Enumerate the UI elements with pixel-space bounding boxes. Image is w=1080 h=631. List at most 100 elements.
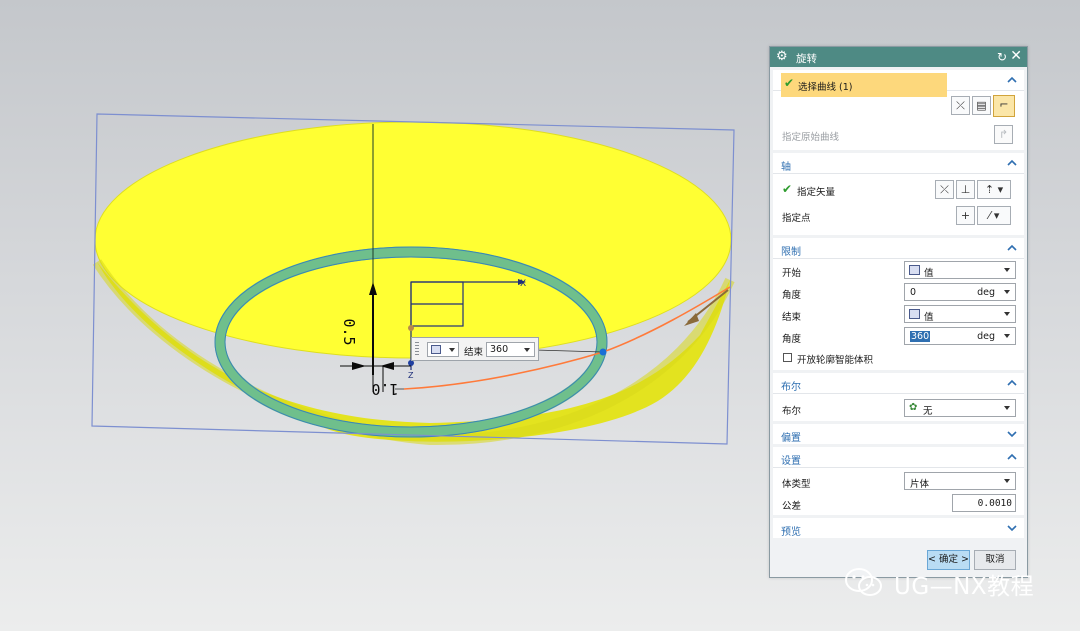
axis-header[interactable]: 轴 bbox=[773, 153, 1024, 174]
chevron-up-icon bbox=[1007, 76, 1017, 83]
end-angle-input[interactable]: 360 deg bbox=[904, 327, 1016, 345]
point-dialog-button[interactable]: + bbox=[956, 206, 975, 225]
start-label: 开始 bbox=[782, 268, 802, 279]
boolean-title: 布尔 bbox=[781, 382, 801, 393]
limits-title: 限制 bbox=[781, 247, 801, 258]
body-type-dropdown[interactable]: 片体 bbox=[904, 472, 1016, 490]
limits-section: 限制 开始 值 角度 0 deg 结束 值 角度 360 deg 开放轮廓智能体… bbox=[773, 238, 1024, 370]
chevron-down-icon bbox=[1004, 312, 1010, 316]
start-angle-row: 角度 0 deg bbox=[773, 281, 1024, 303]
open-profile-checkbox[interactable] bbox=[783, 353, 792, 362]
end-angle-mini-toolbar: 结束 360 bbox=[411, 337, 539, 361]
specify-point-row: 指定点 + ⁄ ▾ bbox=[773, 204, 1024, 226]
value-icon bbox=[431, 345, 441, 354]
vector-dialog-button[interactable]: ⊥ bbox=[956, 180, 975, 199]
open-profile-row: 开放轮廓智能体积 bbox=[773, 347, 1024, 369]
point-type-dropdown[interactable]: ⁄ ▾ bbox=[977, 206, 1011, 225]
end-label: 结束 bbox=[464, 347, 484, 358]
settings-header[interactable]: 设置 bbox=[773, 447, 1024, 468]
axis-z-label: Z bbox=[408, 371, 414, 380]
end-angle-value: 360 bbox=[910, 331, 931, 342]
end-type-dropdown[interactable] bbox=[427, 342, 459, 357]
end-mode-dropdown[interactable]: 值 bbox=[904, 305, 1016, 323]
chevron-down-icon bbox=[1004, 334, 1010, 338]
open-profile-label: 开放轮廓智能体积 bbox=[797, 355, 874, 366]
offset-title: 偏置 bbox=[781, 433, 801, 444]
start-angle-value: 0 bbox=[910, 287, 917, 298]
end-handle[interactable] bbox=[599, 348, 607, 356]
watermark: UG—NX教程 bbox=[842, 565, 1052, 600]
select-curve-row[interactable]: ✔ 选择曲线 (1) bbox=[781, 73, 947, 97]
end-value-text: 360 bbox=[490, 344, 509, 355]
settings-section: 设置 体类型 片体 公差 0.0010 bbox=[773, 447, 1024, 515]
boolean-dropdown[interactable]: ✿ 无 bbox=[904, 399, 1016, 417]
start-angle-label: 角度 bbox=[782, 290, 802, 301]
settings-title: 设置 bbox=[781, 456, 801, 467]
chevron-down-icon bbox=[1004, 479, 1010, 483]
boolean-section: 布尔 布尔 ✿ 无 bbox=[773, 373, 1024, 421]
reset-icon[interactable]: ↻ bbox=[997, 49, 1007, 65]
end-angle-label: 角度 bbox=[782, 334, 802, 345]
end-value-input[interactable]: 360 bbox=[486, 342, 535, 357]
axis-x-label: X bbox=[520, 279, 526, 289]
offset-section: 偏置 bbox=[773, 424, 1024, 444]
start-mode-dropdown[interactable]: 值 bbox=[904, 261, 1016, 279]
value-icon bbox=[909, 309, 920, 319]
vector-type-dropdown[interactable]: ⇡ ▾ bbox=[977, 180, 1011, 199]
select-curve-label: 选择曲线 (1) bbox=[798, 82, 853, 93]
reverse-direction-button[interactable]: ⤫ bbox=[935, 180, 954, 199]
chevron-down-icon bbox=[449, 348, 455, 352]
close-icon[interactable]: ✕ bbox=[1010, 48, 1022, 65]
specify-vector-label: 指定矢量 bbox=[797, 187, 836, 198]
chevron-down-icon bbox=[1007, 431, 1017, 438]
preview-section: 预览 bbox=[773, 518, 1024, 538]
gear-icon: ⚙ bbox=[776, 49, 788, 64]
wechat-icon bbox=[845, 568, 882, 596]
dialog-title: 旋转 bbox=[796, 53, 817, 65]
start-row: 开始 值 bbox=[773, 259, 1024, 281]
sketch-section-button[interactable]: ▤ bbox=[972, 96, 991, 115]
tolerance-value: 0.0010 bbox=[977, 498, 1012, 509]
revolve-dialog: ⚙ 旋转 ↻ ✕ 截面 ✔ 选择曲线 (1) ⤫ ▤ ⌐ 指定原始曲线 ↱ 轴 … bbox=[769, 46, 1028, 578]
revolved-body[interactable] bbox=[94, 121, 732, 359]
dimension-offset: 0.5 bbox=[340, 318, 358, 345]
chevron-up-icon bbox=[1007, 159, 1017, 166]
dimension-thickness: 1.0 bbox=[371, 380, 398, 398]
chevron-down-icon bbox=[524, 348, 530, 352]
dialog-titlebar[interactable]: ⚙ 旋转 ↻ ✕ bbox=[770, 47, 1027, 67]
boolean-row: 布尔 ✿ 无 bbox=[773, 397, 1024, 419]
origin-curve-button[interactable]: ↱ bbox=[994, 125, 1013, 144]
boolean-header[interactable]: 布尔 bbox=[773, 373, 1024, 394]
tolerance-input[interactable]: 0.0010 bbox=[952, 494, 1016, 512]
tolerance-label: 公差 bbox=[782, 501, 802, 512]
start-angle-input[interactable]: 0 deg bbox=[904, 283, 1016, 301]
chevron-down-icon bbox=[1007, 525, 1017, 532]
preview-header[interactable]: 预览 bbox=[773, 518, 1024, 538]
tolerance-row: 公差 0.0010 bbox=[773, 492, 1024, 514]
offset-header[interactable]: 偏置 bbox=[773, 424, 1024, 444]
start-angle-unit: deg bbox=[977, 287, 995, 298]
select-curve-button[interactable]: ⌐ bbox=[993, 95, 1015, 117]
body-type-label: 体类型 bbox=[782, 479, 811, 490]
toolbar-grip[interactable] bbox=[415, 342, 419, 356]
section-section: 截面 ✔ 选择曲线 (1) ⤫ ▤ ⌐ 指定原始曲线 ↱ bbox=[773, 70, 1024, 150]
curve-rule-button[interactable]: ⤫ bbox=[951, 96, 970, 115]
end-row: 结束 值 bbox=[773, 303, 1024, 325]
watermark-text: UG—NX教程 bbox=[894, 574, 1035, 600]
chevron-down-icon bbox=[1004, 406, 1010, 410]
limits-header[interactable]: 限制 bbox=[773, 238, 1024, 259]
specify-origin-curve-label: 指定原始曲线 bbox=[782, 132, 840, 143]
end-angle-unit: deg bbox=[977, 331, 995, 342]
boolean-none-icon: ✿ bbox=[909, 402, 918, 413]
end-angle-row: 角度 360 deg bbox=[773, 325, 1024, 347]
specify-point-label: 指定点 bbox=[782, 213, 811, 224]
chevron-down-icon bbox=[1004, 268, 1010, 272]
check-icon: ✔ bbox=[784, 76, 795, 90]
preview-title: 预览 bbox=[781, 527, 801, 538]
boolean-label: 布尔 bbox=[782, 406, 802, 417]
boolean-value: 无 bbox=[923, 406, 933, 417]
chevron-up-icon bbox=[1007, 453, 1017, 460]
body-type-value: 片体 bbox=[910, 479, 930, 490]
check-icon: ✔ bbox=[782, 182, 793, 196]
axis-title: 轴 bbox=[781, 162, 791, 173]
